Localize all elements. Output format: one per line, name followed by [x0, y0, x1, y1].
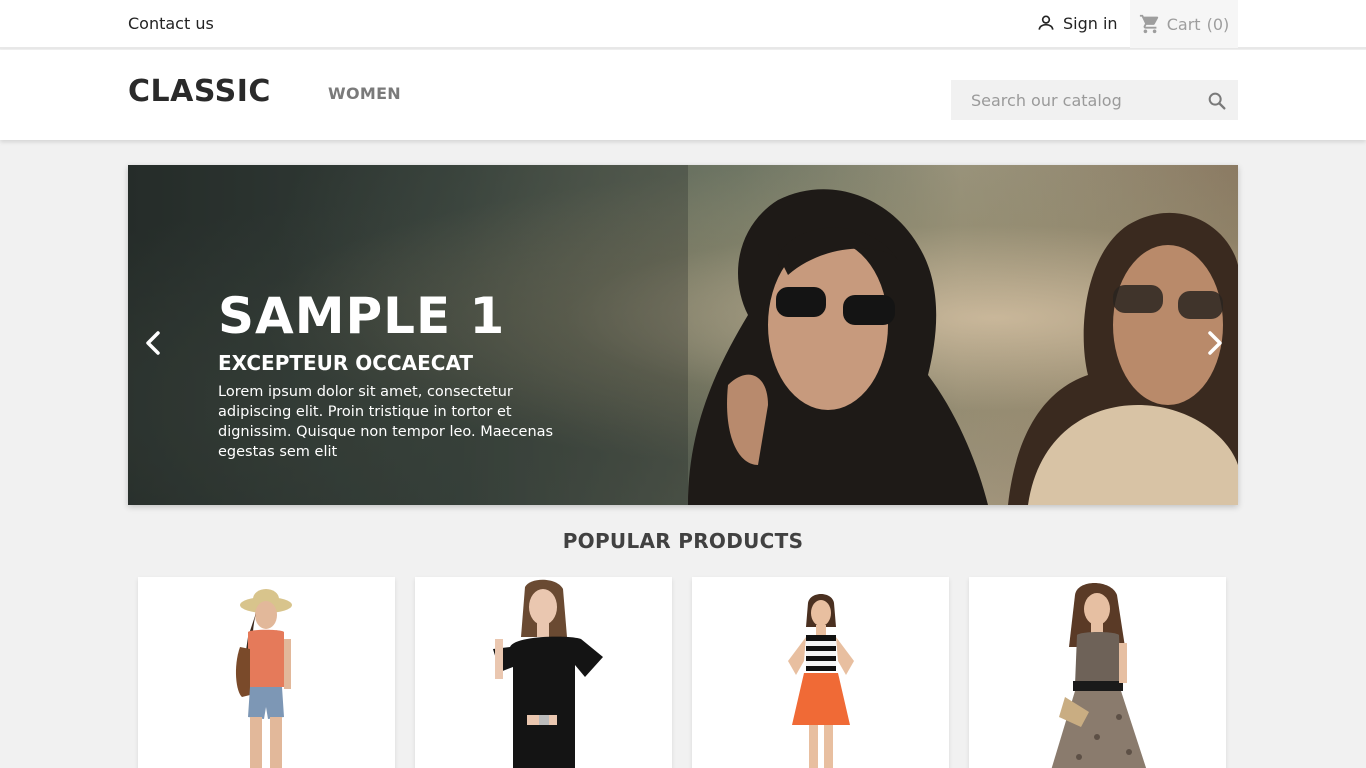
- search-icon[interactable]: [1206, 90, 1228, 112]
- slide-description: Lorem ipsum dolor sit amet, consectetur …: [218, 384, 554, 460]
- product-card[interactable]: [415, 577, 672, 768]
- user-icon: [1038, 15, 1054, 30]
- product-card[interactable]: [969, 577, 1226, 768]
- product-image: [235, 589, 292, 768]
- section-title-popular-products: POPULAR PRODUCTS: [562, 529, 804, 553]
- cart-label: Cart: [1166, 14, 1201, 34]
- top-bar: Contact us Sign in Cart (0): [0, 0, 1366, 49]
- shopping-cart-icon: [1139, 14, 1158, 34]
- sign-in-link[interactable]: Sign in: [1036, 13, 1118, 33]
- search-input[interactable]: [951, 80, 1191, 120]
- cart-button[interactable]: Cart (0): [1130, 0, 1238, 48]
- contact-us-link[interactable]: Contact us: [128, 14, 214, 33]
- slide-subtitle: EXCEPTEUR OCCAECAT: [218, 351, 474, 375]
- product-card[interactable]: [692, 577, 949, 768]
- chevron-left-icon[interactable]: [142, 330, 164, 356]
- search-box: [951, 80, 1238, 120]
- product-image: [1051, 583, 1147, 768]
- hero-slider[interactable]: SAMPLE 1 EXCEPTEUR OCCAECAT Lorem ipsum …: [128, 165, 1238, 505]
- cart-count: (0): [1206, 14, 1230, 34]
- product-image: [493, 579, 603, 768]
- site-logo[interactable]: CLASSIC: [128, 74, 271, 109]
- nav-item-women[interactable]: WOMEN: [328, 84, 401, 103]
- slide-title: SAMPLE 1: [218, 287, 506, 345]
- product-image: [788, 594, 854, 768]
- chevron-right-icon[interactable]: [1204, 330, 1226, 356]
- sign-in-label: Sign in: [1063, 13, 1118, 33]
- product-card[interactable]: [138, 577, 395, 768]
- site-header: CLASSIC WOMEN: [0, 50, 1366, 140]
